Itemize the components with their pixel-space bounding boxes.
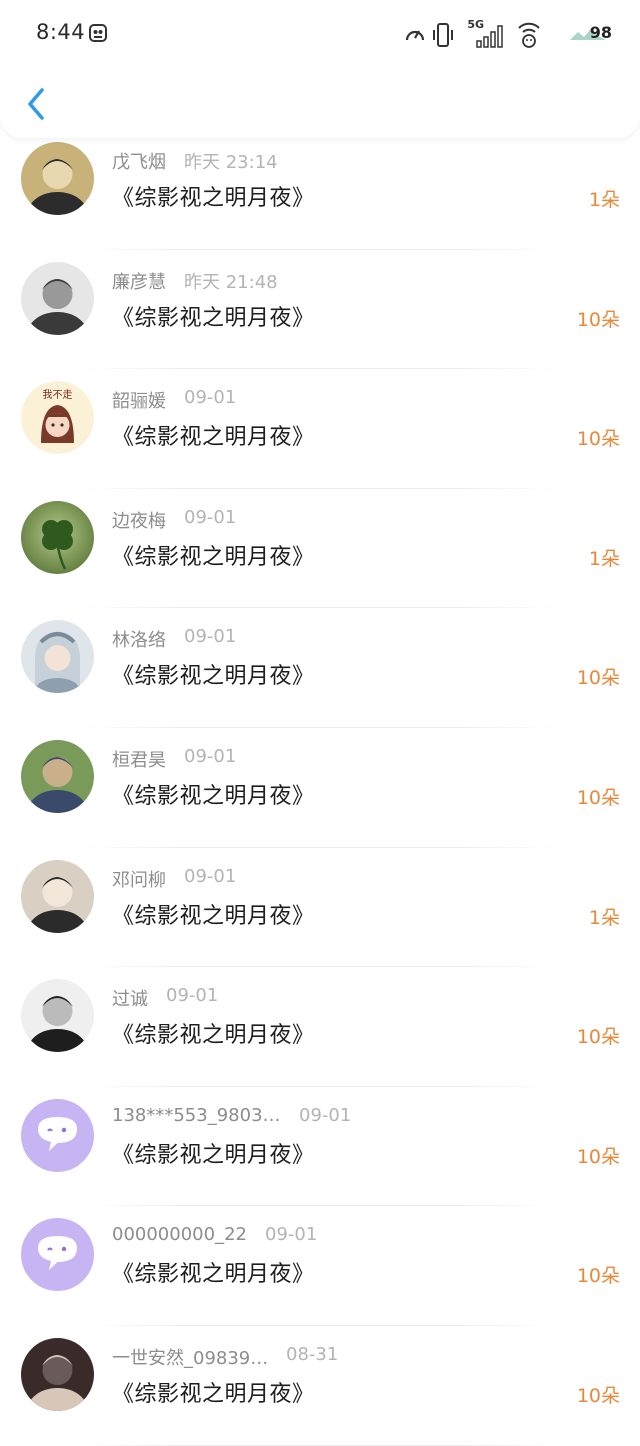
user-name: 林洛络	[112, 630, 166, 652]
timestamp: 09-01	[184, 745, 237, 767]
list-item[interactable]: 邓问柳 09-01 《综影视之明月夜》 1朵	[0, 848, 640, 968]
list-item[interactable]: 林洛络 09-01 《综影视之明月夜》 10朵	[0, 608, 640, 728]
book-title: 《综影视之明月夜》	[112, 903, 315, 929]
user-name: 韶骊媛	[112, 391, 166, 413]
gift-count: 10朵	[576, 428, 620, 451]
book-title: 《综影视之明月夜》	[112, 425, 315, 451]
gift-count: 10朵	[576, 786, 620, 809]
gift-count: 1朵	[588, 189, 620, 211]
book-title: 《综影视之明月夜》	[112, 1142, 315, 1168]
avatar[interactable]	[21, 500, 94, 574]
list-item[interactable]: 一世安然_09839… 08-31 《综影视之明月夜》 10朵	[0, 1326, 640, 1446]
user-name: 一世安然_09839…	[112, 1347, 269, 1369]
list-item[interactable]: 我不走 韶骊媛 09-01 《综影视之明月夜》 10朵	[0, 369, 640, 489]
timestamp: 09-01	[166, 985, 219, 1007]
speedometer-icon	[405, 30, 425, 41]
list-item[interactable]: 138***553_9803… 09-01 《综影视之明月夜》 10朵	[0, 1087, 640, 1207]
list-item[interactable]: 桓君昊 09-01 《综影视之明月夜》 10朵	[0, 728, 640, 848]
user-name: 桓君昊	[112, 749, 166, 771]
avatar[interactable]	[21, 859, 94, 933]
vibrate-icon	[433, 23, 453, 47]
avatar[interactable]	[21, 261, 94, 335]
avatar[interactable]	[21, 1218, 94, 1292]
user-name: 000000000_22	[112, 1224, 247, 1246]
user-name: 邓问柳	[112, 869, 166, 891]
list-item[interactable]: 戊飞烟 昨天 23:14 《综影视之明月夜》 1朵	[0, 130, 640, 250]
avatar[interactable]	[21, 620, 94, 694]
avatar[interactable]	[21, 979, 94, 1053]
user-name: 边夜梅	[112, 510, 166, 532]
list-item[interactable]: 边夜梅 09-01 《综影视之明月夜》 1朵	[0, 489, 640, 609]
gift-record-list: 戊飞烟 昨天 23:14 《综影视之明月夜》 1朵 廉彦慧 昨天 21:48 《综影视之明月…	[0, 130, 640, 1446]
gift-count: 10朵	[576, 667, 620, 690]
user-name: 戊飞烟	[112, 152, 166, 173]
status-time: 8:44	[36, 20, 86, 44]
avatar[interactable]: 我不走	[21, 381, 94, 455]
battery-level: 98	[589, 23, 612, 42]
gift-count: 10朵	[576, 1384, 620, 1407]
divider	[80, 1444, 560, 1446]
book-title: 《综影视之明月夜》	[112, 783, 315, 809]
book-title: 《综影视之明月夜》	[112, 1381, 315, 1407]
book-title: 《综影视之明月夜》	[112, 544, 315, 570]
timestamp: 09-01	[299, 1104, 352, 1126]
timestamp: 昨天 23:14	[184, 152, 278, 173]
back-button[interactable]	[20, 84, 52, 124]
app-notification-icon	[89, 24, 107, 42]
avatar-caption: 我不走	[43, 389, 73, 401]
avatar[interactable]	[21, 1098, 94, 1172]
book-title: 《综影视之明月夜》	[112, 1023, 315, 1049]
gift-count: 10朵	[576, 1026, 620, 1049]
avatar[interactable]	[21, 739, 94, 813]
timestamp: 09-01	[184, 387, 237, 409]
gift-count: 10朵	[576, 308, 620, 331]
book-title: 《综影视之明月夜》	[112, 186, 315, 211]
avatar[interactable]	[21, 142, 94, 215]
signal-icon	[476, 25, 503, 48]
gift-count: 10朵	[576, 1265, 620, 1288]
book-title: 《综影视之明月夜》	[112, 305, 315, 331]
list-item[interactable]: 廉彦慧 昨天 21:48 《综影视之明月夜》 10朵	[0, 250, 640, 370]
timestamp: 09-01	[184, 865, 237, 887]
book-title: 《综影视之明月夜》	[112, 664, 315, 690]
timestamp: 08-31	[286, 1343, 339, 1365]
gift-count: 1朵	[588, 906, 620, 929]
timestamp: 09-01	[184, 506, 237, 528]
wifi-icon	[518, 22, 540, 48]
top-bar: 8:44 5G 98	[0, 0, 640, 138]
timestamp: 09-01	[184, 626, 237, 648]
timestamp: 昨天 21:48	[184, 271, 278, 293]
chevron-left-icon	[28, 88, 44, 120]
user-name: 廉彦慧	[112, 271, 166, 293]
gift-count: 10朵	[576, 1145, 620, 1168]
timestamp: 09-01	[265, 1224, 318, 1246]
list-item[interactable]: 过诚 09-01 《综影视之明月夜》 10朵	[0, 967, 640, 1087]
gift-count: 1朵	[588, 547, 620, 570]
list-item[interactable]: 000000000_22 09-01 《综影视之明月夜》 10朵	[0, 1206, 640, 1326]
book-title: 《综影视之明月夜》	[112, 1262, 315, 1288]
user-name: 138***553_9803…	[112, 1104, 281, 1126]
avatar[interactable]	[21, 1337, 94, 1411]
user-name: 过诚	[112, 989, 148, 1011]
